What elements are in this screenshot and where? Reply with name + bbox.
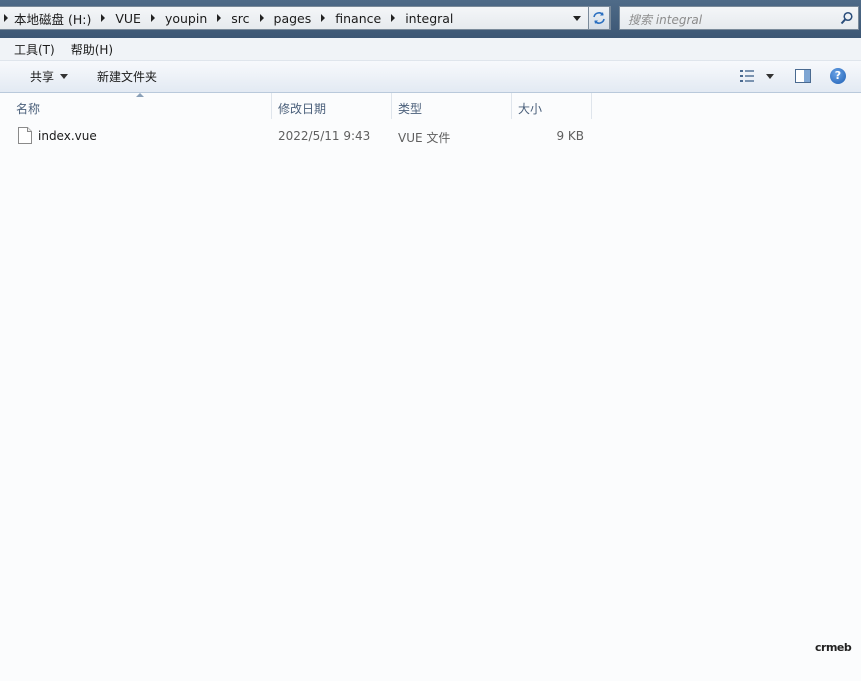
- search-icon[interactable]: [840, 11, 854, 25]
- address-history-dropdown-icon[interactable]: [570, 13, 584, 25]
- help-icon[interactable]: ?: [830, 68, 846, 84]
- new-folder-button[interactable]: 新建文件夹: [97, 68, 157, 85]
- column-header-type-label: 类型: [398, 102, 423, 116]
- column-header-size[interactable]: 大小: [512, 93, 591, 119]
- sort-ascending-icon: [136, 93, 144, 98]
- breadcrumb-item-current[interactable]: integral: [405, 11, 453, 26]
- chevron-down-icon: [60, 74, 69, 79]
- breadcrumb-item[interactable]: src: [231, 11, 249, 26]
- chevron-down-icon: [766, 73, 774, 79]
- menu-tools[interactable]: 工具(T): [14, 41, 55, 58]
- menu-bar: 工具(T) 帮助(H): [0, 38, 861, 61]
- file-type: VUE 文件: [398, 131, 451, 145]
- breadcrumb: 本地磁盘 (H:) VUE youpin src pages finance i…: [4, 7, 453, 29]
- search-placeholder: 搜索 integral: [628, 13, 703, 27]
- column-header-size-label: 大小: [518, 102, 543, 116]
- breadcrumb-item[interactable]: 本地磁盘 (H:): [14, 9, 91, 28]
- share-label: 共享: [30, 70, 55, 84]
- breadcrumb-separator-icon[interactable]: [391, 14, 396, 22]
- command-bar: 共享 新建文件夹 ?: [0, 61, 861, 93]
- breadcrumb-separator-icon[interactable]: [259, 14, 264, 22]
- file-row[interactable]: index.vue 2022/5/11 9:43 VUE 文件 9 KB: [0, 125, 600, 147]
- menu-help[interactable]: 帮助(H): [71, 41, 113, 58]
- breadcrumb-separator-icon[interactable]: [217, 14, 222, 22]
- refresh-button[interactable]: [588, 6, 610, 30]
- preview-pane-button[interactable]: [795, 69, 811, 86]
- column-header-type[interactable]: 类型: [392, 93, 511, 119]
- preview-pane-icon: [795, 69, 811, 83]
- breadcrumb-root-arrow-icon[interactable]: [4, 14, 8, 22]
- new-folder-label: 新建文件夹: [97, 70, 158, 84]
- breadcrumb-separator-icon[interactable]: [101, 14, 106, 22]
- refresh-icon: [593, 12, 605, 24]
- column-header-date-label: 修改日期: [278, 102, 327, 116]
- views-icon: [740, 70, 754, 82]
- file-date: 2022/5/11 9:43: [278, 129, 371, 143]
- file-name: index.vue: [38, 129, 97, 143]
- address-bar[interactable]: 本地磁盘 (H:) VUE youpin src pages finance i…: [0, 6, 611, 30]
- address-bar-row: 本地磁盘 (H:) VUE youpin src pages finance i…: [0, 0, 861, 38]
- watermark-logo: crmeb: [815, 641, 852, 654]
- column-header-date[interactable]: 修改日期: [272, 93, 391, 119]
- breadcrumb-item[interactable]: finance: [335, 11, 381, 26]
- share-button[interactable]: 共享: [30, 68, 69, 85]
- column-header-name-label: 名称: [16, 102, 41, 116]
- breadcrumb-separator-icon[interactable]: [321, 14, 326, 22]
- file-icon: [18, 127, 32, 144]
- breadcrumb-item[interactable]: VUE: [115, 11, 141, 26]
- change-view-button[interactable]: [740, 70, 774, 82]
- breadcrumb-item[interactable]: youpin: [165, 11, 207, 26]
- search-input[interactable]: 搜索 integral: [619, 6, 859, 30]
- breadcrumb-separator-icon[interactable]: [150, 14, 155, 22]
- breadcrumb-item[interactable]: pages: [274, 11, 312, 26]
- column-divider[interactable]: [591, 93, 592, 119]
- file-size: 9 KB: [556, 129, 584, 143]
